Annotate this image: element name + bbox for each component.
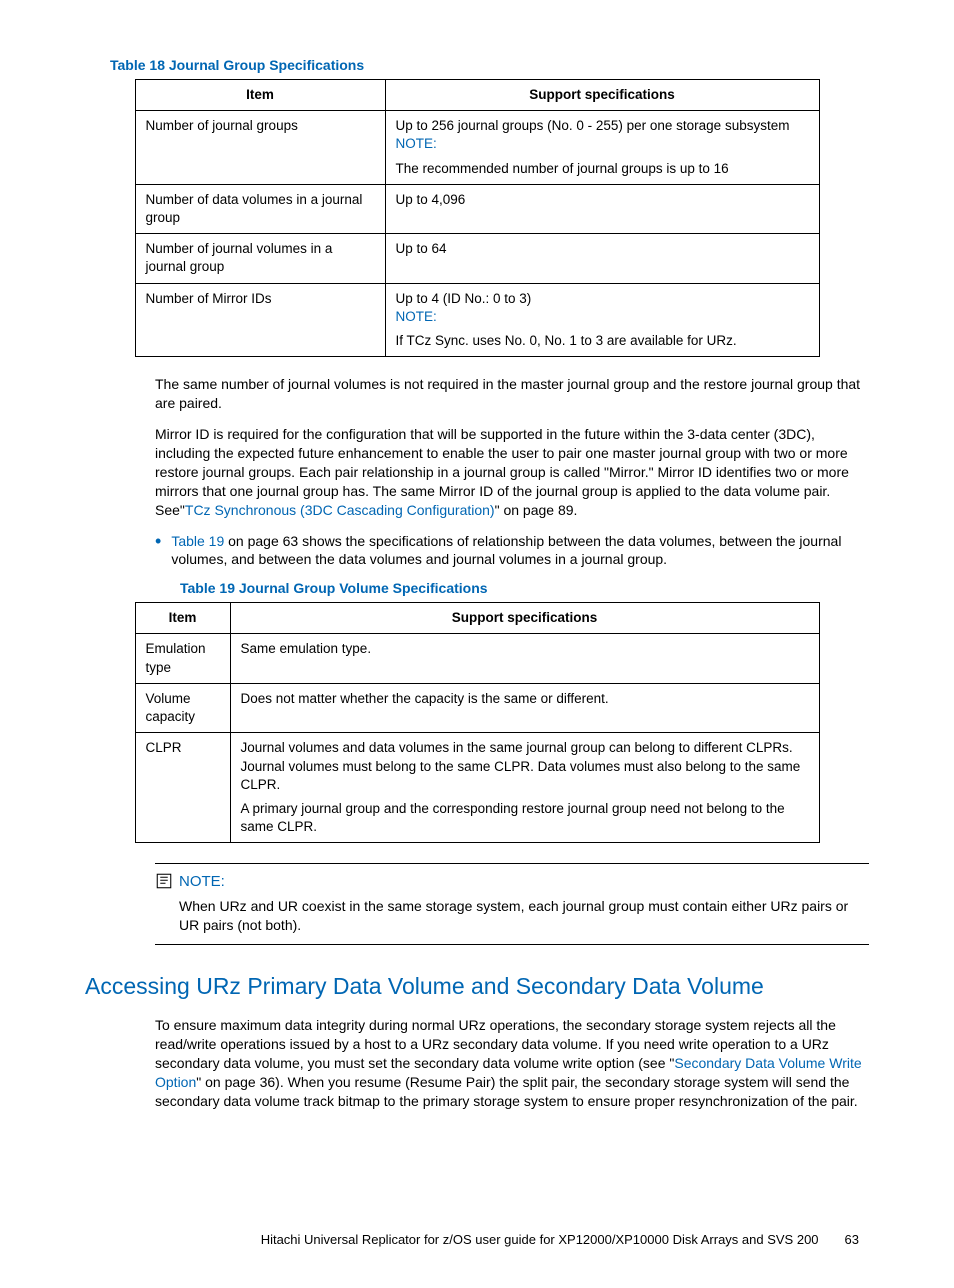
table-row: CLPR Journal volumes and data volumes in… [135,733,819,843]
table-row: Volume capacity Does not matter whether … [135,683,819,732]
table18-r1-item: Number of data volumes in a journal grou… [135,184,385,233]
table19-r2-spec: Journal volumes and data volumes in the … [230,733,819,843]
section-heading: Accessing URz Primary Data Volume and Se… [85,971,869,1002]
table19-r1-item: Volume capacity [135,683,230,732]
table19-r0-spec: Same emulation type. [230,634,819,683]
link-table19[interactable]: Table 19 [171,533,224,549]
cell-text: If TCz Sync. uses No. 0, No. 1 to 3 are … [396,332,809,350]
table19-caption: Table 19 Journal Group Volume Specificat… [180,579,869,598]
cell-text: The recommended number of journal groups… [396,160,809,178]
note-label: NOTE: [396,309,437,324]
paragraph: To ensure maximum data integrity during … [155,1016,869,1110]
paragraph: Mirror ID is required for the configurat… [155,425,869,519]
table18-r2-spec: Up to 64 [385,234,819,283]
table19-header-spec: Support specifications [230,603,819,634]
table19-r0-item: Emulation type [135,634,230,683]
note-heading: NOTE: [179,872,869,892]
table18-header-item: Item [135,79,385,110]
table19: Item Support specifications Emulation ty… [135,602,820,843]
table-row: Number of journal volumes in a journal g… [135,234,819,283]
table18-caption: Table 18 Journal Group Specifications [110,56,869,75]
cell-text: Journal volumes and data volumes in the … [241,739,809,794]
table19-r2-item: CLPR [135,733,230,843]
bullet-text: Table 19 on page 63 shows the specificat… [171,532,869,570]
page-footer: Hitachi Universal Replicator for z/OS us… [85,1231,869,1249]
note-text: When URz and UR coexist in the same stor… [179,897,869,935]
cell-text: Up to 256 journal groups (No. 0 - 255) p… [396,118,790,133]
list-item: • Table 19 on page 63 shows the specific… [155,532,869,570]
table-row: Emulation type Same emulation type. [135,634,819,683]
table-row: Number of data volumes in a journal grou… [135,184,819,233]
table-row: Number of Mirror IDs Up to 4 (ID No.: 0 … [135,283,819,357]
table19-r1-spec: Does not matter whether the capacity is … [230,683,819,732]
paragraph: The same number of journal volumes is no… [155,375,869,413]
text: " on page 89. [495,502,578,518]
text: on page 63 shows the specifications of r… [171,533,841,568]
note-block: NOTE: When URz and UR coexist in the sam… [155,863,869,945]
table18-r0-spec: Up to 256 journal groups (No. 0 - 255) p… [385,111,819,185]
table18-r0-item: Number of journal groups [135,111,385,185]
table18-r2-item: Number of journal volumes in a journal g… [135,234,385,283]
table18-r1-spec: Up to 4,096 [385,184,819,233]
text: " on page 36). When you resume (Resume P… [155,1074,858,1109]
table18-r3-item: Number of Mirror IDs [135,283,385,357]
table18-header-spec: Support specifications [385,79,819,110]
table19-header-item: Item [135,603,230,634]
cell-text: Up to 4 (ID No.: 0 to 3) [396,291,532,306]
table18-r3-spec: Up to 4 (ID No.: 0 to 3) NOTE: If TCz Sy… [385,283,819,357]
note-label: NOTE: [396,136,437,151]
table-row: Number of journal groups Up to 256 journ… [135,111,819,185]
link-tcz-sync[interactable]: TCz Synchronous (3DC Cascading Configura… [185,502,495,518]
footer-title: Hitachi Universal Replicator for z/OS us… [261,1231,819,1249]
table18: Item Support specifications Number of jo… [135,79,820,357]
bullet-icon: • [155,532,171,570]
cell-text: A primary journal group and the correspo… [241,800,809,836]
note-icon [155,872,179,934]
page-number: 63 [845,1231,859,1249]
